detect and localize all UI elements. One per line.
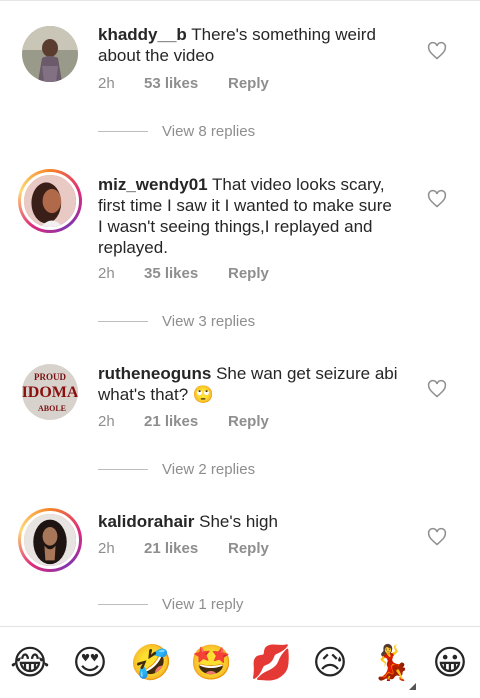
comment-meta: 2h 21 likes Reply — [98, 413, 269, 430]
avatar-badge-line1: PROUD — [34, 372, 66, 382]
replies-divider — [98, 468, 148, 470]
username[interactable]: khaddy__b — [98, 25, 187, 44]
emoji-star-struck-button[interactable]: 🤩 — [190, 643, 232, 683]
view-replies-button[interactable]: View 8 replies — [98, 121, 255, 141]
username[interactable]: miz_wendy01 — [98, 175, 208, 194]
likes-count[interactable]: 21 likes — [144, 540, 228, 557]
timestamp: 2h — [98, 75, 115, 92]
emoji-heart-eyes-button[interactable]: 😍 — [70, 643, 110, 683]
avatar[interactable] — [18, 508, 82, 572]
timestamp: 2h — [98, 413, 115, 430]
heart-icon[interactable] — [427, 41, 447, 61]
view-replies-button[interactable]: View 2 replies — [98, 459, 255, 479]
reply-button[interactable]: Reply — [228, 540, 269, 557]
comment-content: She's high — [199, 512, 278, 531]
heart-icon[interactable] — [427, 379, 447, 399]
comment-text: miz_wendy01 That video looks scary, firs… — [98, 174, 398, 258]
replies-divider — [98, 320, 148, 322]
comment-meta: 2h 53 likes Reply — [98, 75, 269, 92]
likes-count[interactable]: 53 likes — [144, 75, 228, 92]
username[interactable]: rutheneoguns — [98, 364, 211, 383]
reply-button[interactable]: Reply — [228, 75, 269, 92]
emoji-dancer-button[interactable]: 💃 — [370, 643, 412, 683]
avatar-badge-line3: ABOLE — [38, 404, 66, 413]
comment-meta: 2h 35 likes Reply — [98, 265, 269, 282]
timestamp: 2h — [98, 540, 115, 557]
emoji-kiss-mark-button[interactable]: 💋 — [250, 643, 292, 683]
heart-icon[interactable] — [427, 527, 447, 547]
username[interactable]: kalidorahair — [98, 512, 194, 531]
likes-count[interactable]: 21 likes — [144, 413, 228, 430]
avatar[interactable] — [22, 26, 78, 82]
emoji-sad-sweat-button[interactable]: 😥 — [310, 643, 350, 683]
comment-text: kalidorahair She's high — [98, 511, 398, 532]
view-replies-label[interactable]: View 1 reply — [162, 596, 243, 613]
emoji-quick-bar: 😂 😍 🤣 🤩 💋 😥 💃 😀 — [0, 626, 480, 698]
reply-button[interactable]: Reply — [228, 413, 269, 430]
view-replies-label[interactable]: View 3 replies — [162, 313, 255, 330]
avatar[interactable] — [18, 169, 82, 233]
likes-count[interactable]: 35 likes — [144, 265, 228, 282]
view-replies-button[interactable]: View 1 reply — [98, 594, 243, 614]
replies-divider — [98, 603, 148, 605]
view-replies-button[interactable]: View 3 replies — [98, 311, 255, 331]
emoji-rofl-button[interactable]: 🤣 — [130, 643, 172, 683]
emoji-grinning-button[interactable]: 😀 — [430, 643, 470, 683]
comment-text: rutheneoguns She wan get seizure abi wha… — [98, 363, 398, 405]
replies-divider — [98, 130, 148, 132]
top-divider — [0, 0, 480, 1]
view-replies-label[interactable]: View 8 replies — [162, 123, 255, 140]
avatar[interactable]: PROUD IDOMA ABOLE — [22, 364, 78, 420]
resize-corner-icon — [409, 683, 416, 690]
comment-text: khaddy__b There's something weird about … — [98, 24, 398, 66]
reply-button[interactable]: Reply — [228, 265, 269, 282]
timestamp: 2h — [98, 265, 115, 282]
emoji-joy-button[interactable]: 😂 — [10, 643, 50, 683]
comment-meta: 2h 21 likes Reply — [98, 540, 269, 557]
avatar-badge-line2: IDOMA — [22, 384, 78, 401]
view-replies-label[interactable]: View 2 replies — [162, 461, 255, 478]
heart-icon[interactable] — [427, 189, 447, 209]
